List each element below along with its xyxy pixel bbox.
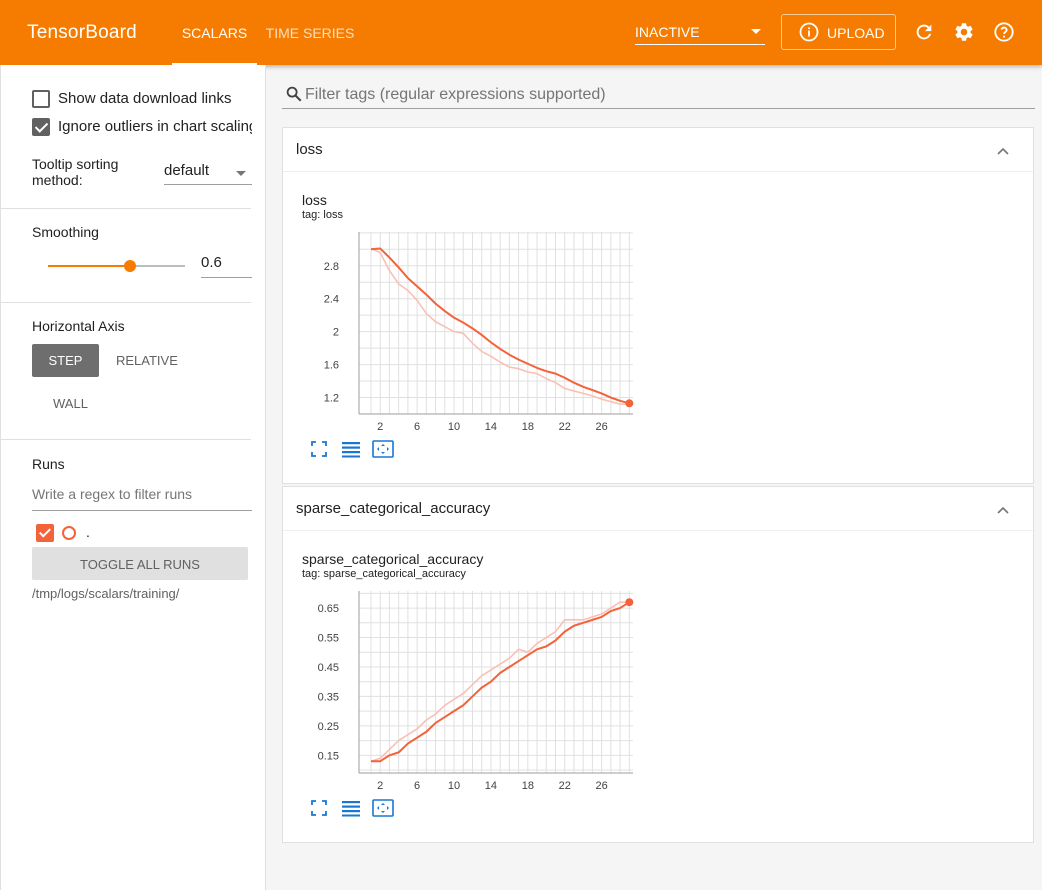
y-tick-label: 0.55: [318, 633, 339, 645]
tooltip-sorting-select[interactable]: default: [164, 161, 252, 185]
y-tick-label: 1.2: [324, 393, 339, 405]
upload-button[interactable]: UPLOAD: [781, 14, 896, 50]
smoothing-input[interactable]: 0.6: [201, 254, 252, 278]
inactive-select-value: INACTIVE: [635, 24, 700, 40]
accuracy-chart[interactable]: 2 6 10 14 18 22 260.150.250.350.450.550.65: [283, 487, 643, 797]
y-tick-label: 0.25: [318, 721, 339, 733]
show-download-links-checkbox[interactable]: Show data download links: [32, 90, 252, 110]
run-color-circle[interactable]: [62, 526, 76, 540]
last-point-marker: [625, 399, 634, 408]
loss-card: loss loss tag: loss 2 6 10 14 18 22 26 1.2 1.6 2 2…: [282, 127, 1034, 484]
fit-domain-icon[interactable]: [372, 798, 394, 817]
x-tick-label: 2: [377, 780, 383, 792]
x-tick-label: 10: [448, 421, 460, 433]
axis-relative-button[interactable]: RELATIVE: [116, 353, 178, 368]
checkbox-unchecked: [32, 90, 50, 108]
toggle-all-runs-button[interactable]: TOGGLE ALL RUNS: [32, 547, 248, 580]
accuracy-card: sparse_categorical_accuracy sparse_categ…: [282, 486, 1034, 843]
chevron-up-icon[interactable]: [996, 143, 1010, 161]
ignore-outliers-checkbox[interactable]: Ignore outliers in chart scaling: [32, 118, 252, 138]
runs-label: Runs: [32, 456, 65, 472]
x-tick-label: 18: [522, 421, 534, 433]
fullscreen-icon[interactable]: [310, 440, 328, 458]
x-tick-label: 14: [485, 780, 497, 792]
x-tick-label: 6: [414, 421, 420, 433]
show-download-links-label: Show data download links: [58, 90, 232, 107]
horizontal-axis-label: Horizontal Axis: [32, 318, 125, 334]
chart-grid: [359, 591, 633, 773]
divider: [1, 208, 251, 209]
checkbox-checked: [32, 118, 50, 136]
y-tick-label: 1.6: [324, 360, 339, 372]
x-tick-label: 22: [559, 421, 571, 433]
slider-knob[interactable]: [124, 260, 137, 272]
runs-filter-input[interactable]: Write a regex to filter runs: [32, 486, 252, 511]
refresh-icon[interactable]: [913, 21, 935, 43]
app-brand: TensorBoard: [27, 22, 137, 43]
y-tick-label: 0.35: [318, 691, 339, 703]
y-tick-label: 0.15: [318, 750, 339, 762]
y-tick-label: 2.4: [324, 294, 339, 306]
ignore-outliers-label: Ignore outliers in chart scaling: [58, 118, 252, 135]
sidebar: Show data download links Ignore outliers…: [0, 65, 266, 890]
run-checkbox[interactable]: [36, 524, 54, 542]
loss-chart[interactable]: 2 6 10 14 18 22 261.21.622.42.8: [283, 128, 643, 438]
toggle-log-scale-icon[interactable]: [341, 799, 360, 817]
y-tick-label: 0.65: [318, 603, 339, 615]
divider: [1, 439, 251, 440]
tooltip-sorting-value: default: [164, 162, 210, 179]
axis-wall-button[interactable]: WALL: [53, 396, 88, 411]
smoothing-slider[interactable]: [48, 260, 185, 272]
caret-down-icon: [236, 171, 246, 176]
last-point-marker: [625, 598, 634, 607]
upload-label: UPLOAD: [827, 25, 885, 41]
toggle-log-scale-icon[interactable]: [341, 440, 360, 458]
x-tick-label: 10: [448, 780, 460, 792]
fullscreen-icon[interactable]: [310, 799, 328, 817]
x-tick-label: 26: [596, 421, 608, 433]
caret-down-icon: [751, 29, 761, 34]
tab-scalars[interactable]: SCALARS: [172, 0, 257, 65]
tab-time-series[interactable]: TIME SERIES: [262, 0, 358, 65]
slider-fill: [48, 265, 131, 267]
search-icon: [285, 85, 303, 108]
x-tick-label: 14: [485, 421, 497, 433]
top-app-bar: TensorBoard SCALARS TIME SERIES INACTIVE…: [0, 0, 1042, 65]
run-path: /tmp/logs/scalars/training/: [32, 586, 180, 601]
x-tick-label: 18: [522, 780, 534, 792]
inactive-plugins-select[interactable]: INACTIVE: [635, 20, 765, 45]
tooltip-sorting-label: Tooltip sorting method:: [32, 156, 119, 188]
settings-icon[interactable]: [953, 21, 975, 43]
x-tick-label: 2: [377, 421, 383, 433]
y-tick-label: 2: [333, 327, 339, 339]
y-tick-label: 2.8: [324, 261, 339, 273]
info-icon: [799, 22, 819, 45]
x-tick-label: 22: [559, 780, 571, 792]
run-name: .: [86, 524, 90, 540]
x-tick-label: 26: [596, 780, 608, 792]
smoothing-label: Smoothing: [32, 224, 99, 240]
y-tick-label: 0.45: [318, 662, 339, 674]
axis-step-button[interactable]: STEP: [32, 344, 99, 377]
divider: [1, 302, 251, 303]
filter-placeholder: Filter tags (regular expressions support…: [305, 86, 606, 103]
fit-domain-icon[interactable]: [372, 439, 394, 458]
chart-grid: [359, 232, 633, 414]
filter-tags-input[interactable]: Filter tags (regular expressions support…: [282, 80, 1035, 109]
chevron-up-icon[interactable]: [996, 502, 1010, 520]
help-icon[interactable]: [993, 21, 1015, 43]
x-tick-label: 6: [414, 780, 420, 792]
